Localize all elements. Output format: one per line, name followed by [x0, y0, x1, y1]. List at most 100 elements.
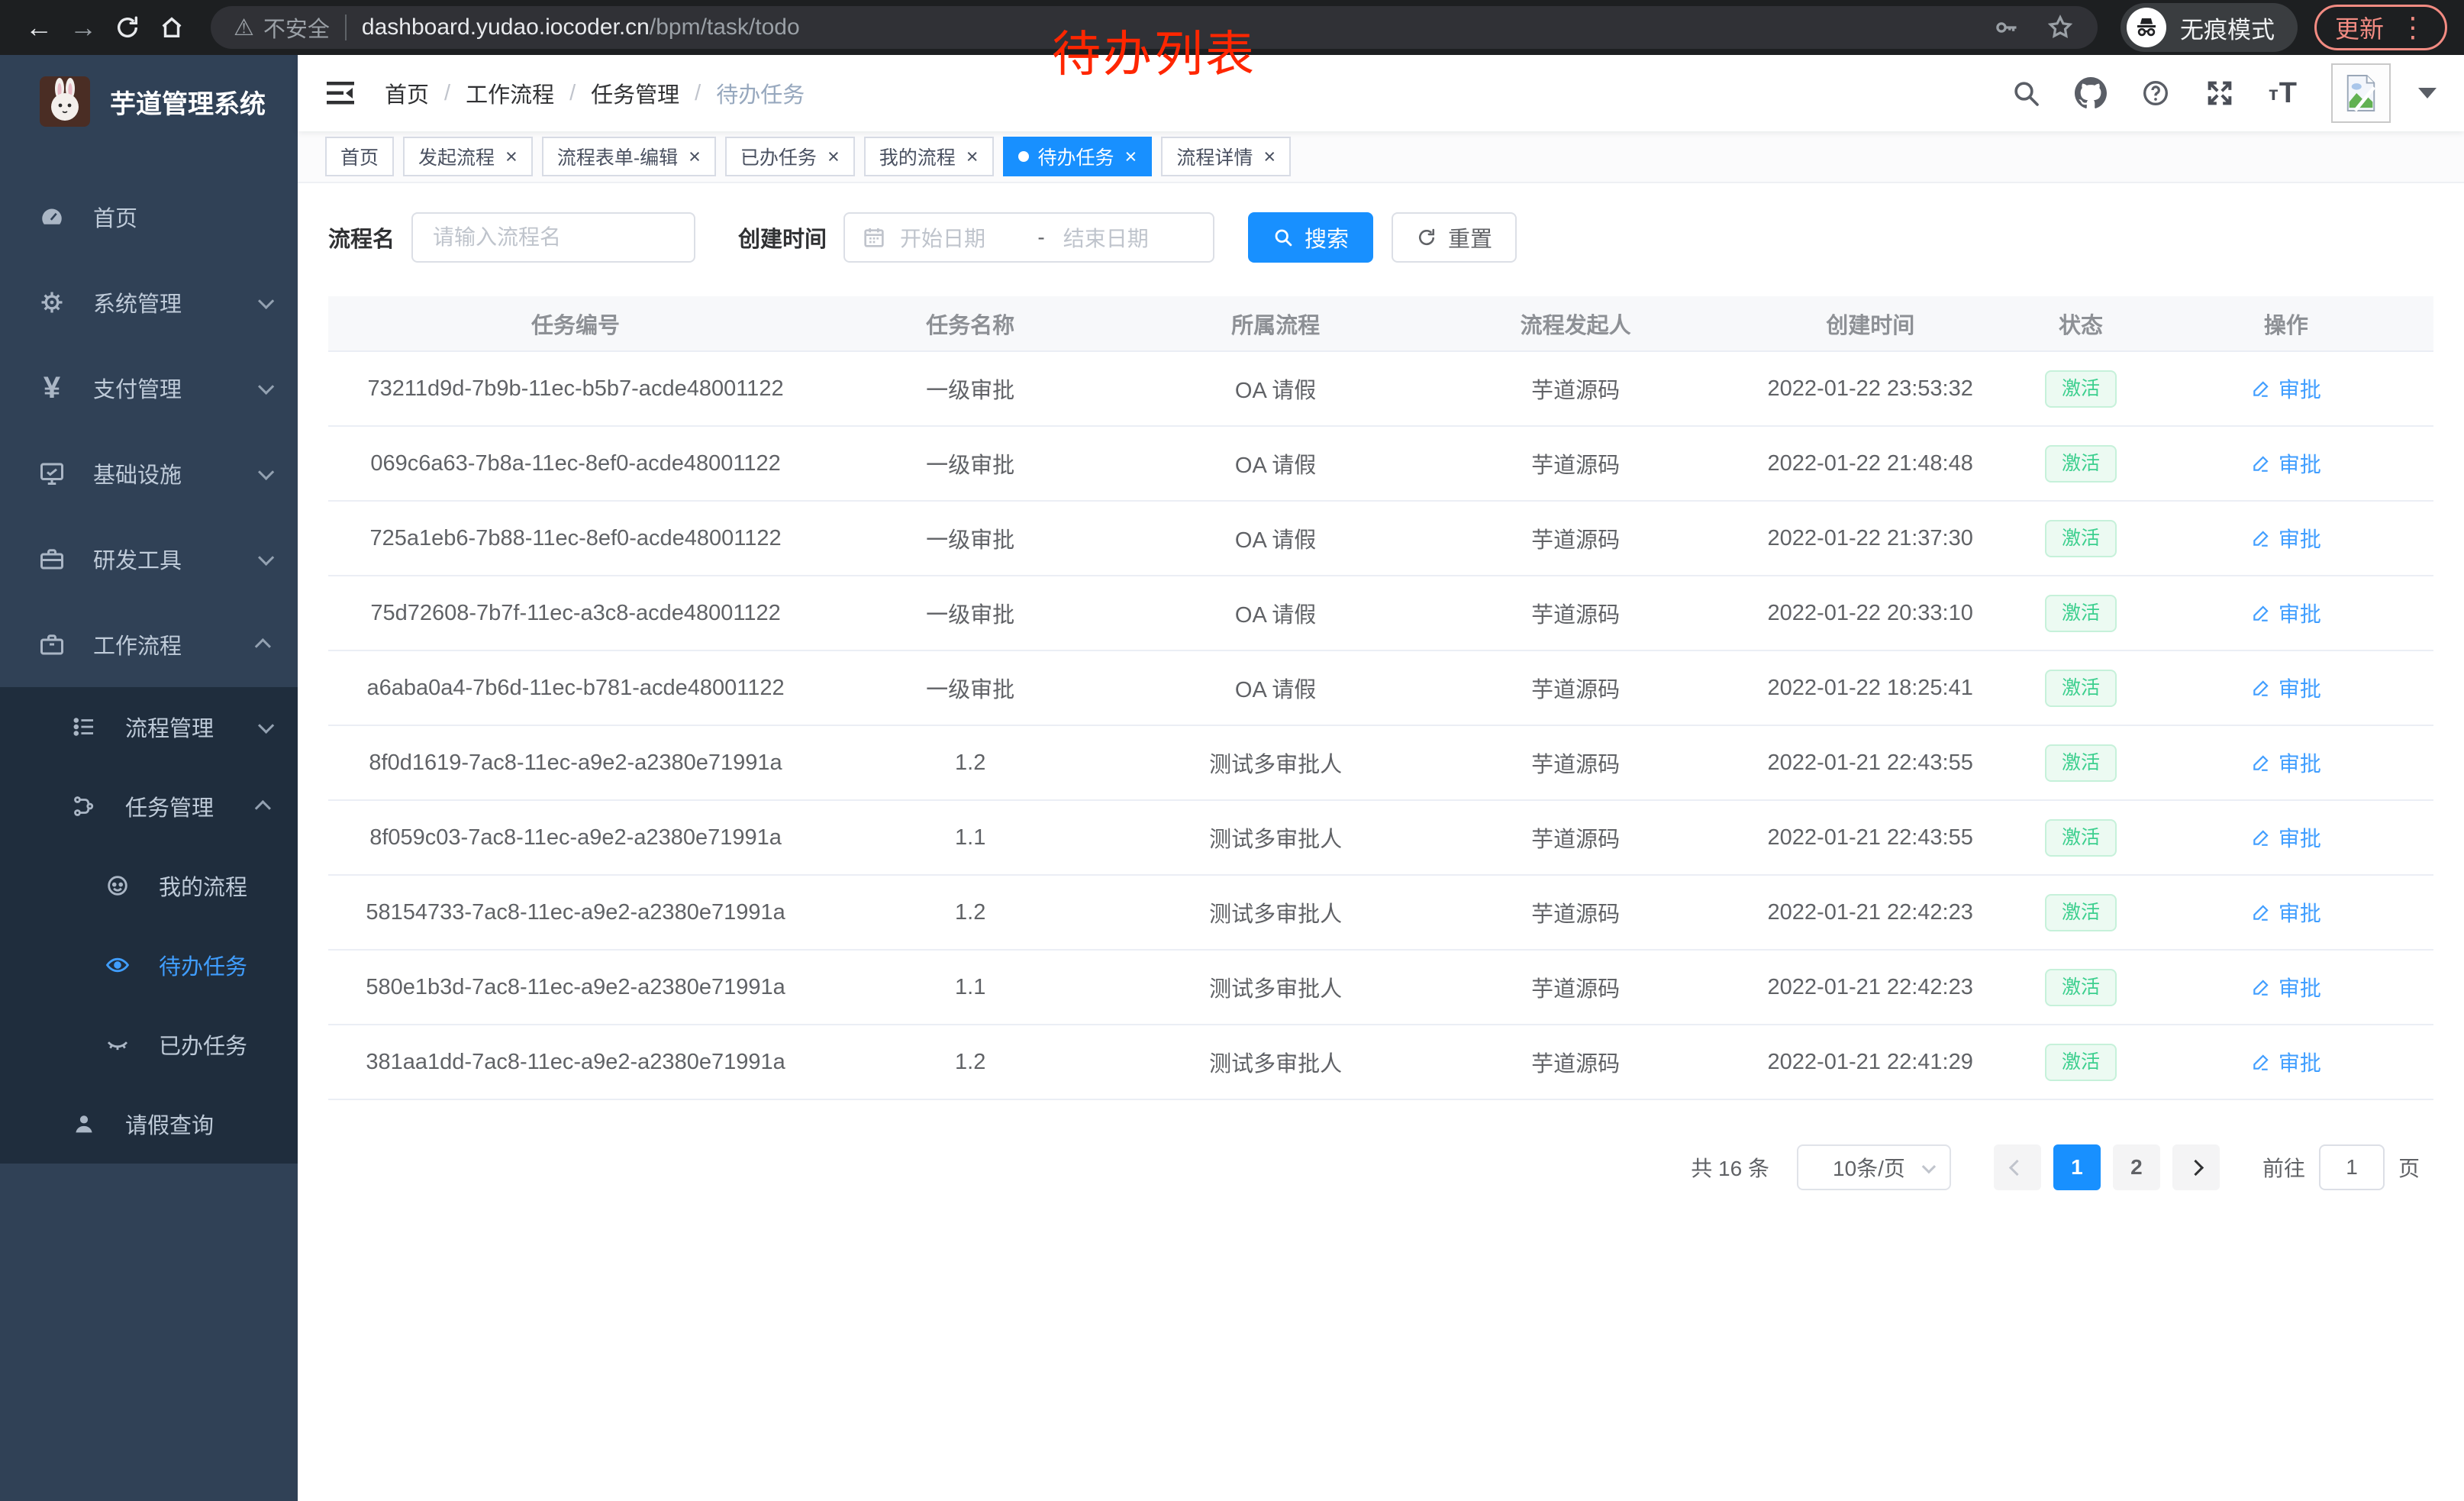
approve-link[interactable]: 审批: [2251, 598, 2321, 628]
process-name-input[interactable]: [411, 212, 695, 263]
sidebar-item-workflow[interactable]: 工作流程: [0, 602, 298, 687]
page-number-button[interactable]: 1: [2053, 1144, 2101, 1190]
sidebar-item-leave-query[interactable]: 请假查询: [0, 1084, 298, 1164]
prev-page-button[interactable]: [1994, 1144, 2041, 1190]
approve-link[interactable]: 审批: [2251, 673, 2321, 703]
cell-status: 激活: [2023, 725, 2139, 800]
breadcrumb-current: 待办任务: [716, 77, 805, 109]
tab-close-icon[interactable]: ×: [689, 147, 701, 167]
sidebar-item-system[interactable]: 系统管理: [0, 260, 298, 345]
sidebar-item-my-process[interactable]: 我的流程: [0, 846, 298, 925]
browser-back-icon[interactable]: ←: [17, 5, 61, 50]
tab[interactable]: 发起流程 ×: [403, 137, 533, 176]
end-date-placeholder: 结束日期: [1050, 222, 1196, 253]
browser-update-button[interactable]: 更新 ⋮: [2314, 5, 2447, 50]
help-icon[interactable]: [2140, 78, 2171, 108]
column-header: 状态: [2023, 296, 2139, 351]
approve-link[interactable]: 审批: [2251, 822, 2321, 853]
table-header-row: 任务编号 任务名称 所属流程 流程发起人 创建时间 状态 操作: [328, 296, 2433, 351]
tab[interactable]: 首页 ×: [325, 137, 394, 176]
date-range-picker[interactable]: 开始日期 - 结束日期: [843, 212, 1214, 263]
edit-pen-icon: [2251, 828, 2271, 847]
avatar[interactable]: [2331, 63, 2391, 123]
approve-link[interactable]: 审批: [2251, 448, 2321, 479]
update-label: 更新: [2335, 10, 2384, 45]
tab[interactable]: 已办任务 ×: [725, 137, 855, 176]
fullscreen-icon[interactable]: [2204, 78, 2235, 108]
sidebar-item-devtools[interactable]: 研发工具: [0, 516, 298, 602]
cell-status: 激活: [2023, 650, 2139, 725]
goto-page-input[interactable]: [2319, 1144, 2385, 1190]
create-time-label: 创建时间: [738, 221, 827, 253]
tab-active-dot: [1018, 151, 1029, 162]
approve-link[interactable]: 审批: [2251, 1047, 2321, 1077]
cell-task-id: 8f0d1619-7ac8-11ec-a9e2-a2380e71991a: [328, 725, 823, 800]
next-page-button[interactable]: [2172, 1144, 2220, 1190]
approve-link[interactable]: 审批: [2251, 747, 2321, 778]
page-size-select[interactable]: 10条/页: [1797, 1144, 1951, 1190]
sidebar-item-process-mgmt[interactable]: 流程管理: [0, 687, 298, 767]
search-icon[interactable]: [2011, 78, 2041, 108]
cell-status: 激活: [2023, 800, 2139, 875]
browser-home-icon[interactable]: [150, 5, 194, 50]
tab-close-icon[interactable]: ×: [966, 147, 979, 167]
sidebar-item-infra[interactable]: 基础设施: [0, 431, 298, 516]
browser-reload-icon[interactable]: [105, 5, 150, 50]
tab-label: 首页: [340, 143, 379, 170]
cell-starter: 芋道源码: [1434, 950, 1717, 1025]
sidebar-collapse-icon[interactable]: [325, 78, 359, 108]
url-divider: [345, 15, 347, 40]
tab-close-icon[interactable]: ×: [1263, 147, 1276, 167]
sidebar-item-done-task[interactable]: 已办任务: [0, 1005, 298, 1084]
font-size-icon[interactable]: тT: [2269, 77, 2298, 110]
breadcrumb-workflow[interactable]: 工作流程: [466, 77, 554, 109]
edit-pen-icon: [2251, 379, 2271, 399]
app-title: 芋道管理系统: [110, 83, 266, 121]
avatar-caret-icon[interactable]: [2418, 88, 2437, 98]
incognito-icon: [2127, 8, 2166, 47]
sidebar-item-todo-task[interactable]: 待办任务: [0, 925, 298, 1005]
sidebar-item-label: 首页: [93, 201, 137, 233]
tab-close-icon[interactable]: ×: [1125, 147, 1137, 167]
app-logo[interactable]: 芋道管理系统: [0, 55, 298, 148]
breadcrumb-home[interactable]: 首页: [385, 77, 429, 109]
incognito-label: 无痕模式: [2180, 11, 2275, 45]
password-key-icon[interactable]: [1992, 14, 2020, 41]
browser-forward-icon[interactable]: →: [61, 5, 105, 50]
page-number-button[interactable]: 2: [2113, 1144, 2160, 1190]
tab[interactable]: 我的流程 ×: [864, 137, 994, 176]
goto-page: 前往 页: [2262, 1144, 2420, 1190]
tab-close-icon[interactable]: ×: [827, 147, 840, 167]
tab-label: 发起流程: [418, 143, 495, 170]
sidebar-item-task-mgmt[interactable]: 任务管理: [0, 767, 298, 846]
github-icon[interactable]: [2075, 77, 2107, 109]
breadcrumb-task-mgmt[interactable]: 任务管理: [591, 77, 679, 109]
browser-menu-kebab-icon[interactable]: ⋮: [2399, 14, 2427, 41]
approve-link[interactable]: 审批: [2251, 373, 2321, 404]
column-header: 所属流程: [1118, 296, 1434, 351]
tab[interactable]: 流程表单-编辑 ×: [542, 137, 716, 176]
reset-button[interactable]: 重置: [1392, 212, 1517, 263]
sidebar-item-label: 基础设施: [93, 457, 182, 489]
gear-icon: [35, 289, 69, 316]
tab[interactable]: 流程详情 ×: [1161, 137, 1291, 176]
cell-status: 激活: [2023, 351, 2139, 426]
cell-task-id: 725a1eb6-7b88-11ec-8ef0-acde48001122: [328, 501, 823, 576]
monitor-icon: [35, 460, 69, 487]
tab-label: 待办任务: [1038, 143, 1114, 170]
cell-task-id: 580e1b3d-7ac8-11ec-a9e2-a2380e71991a: [328, 950, 823, 1025]
sidebar-item-payment[interactable]: ¥ 支付管理: [0, 345, 298, 431]
bookmark-star-icon[interactable]: [2046, 13, 2075, 42]
table-row: 8f0d1619-7ac8-11ec-a9e2-a2380e71991a 1.2…: [328, 725, 2433, 800]
tab[interactable]: 待办任务 ×: [1003, 137, 1153, 176]
approve-link[interactable]: 审批: [2251, 523, 2321, 554]
approve-link[interactable]: 审批: [2251, 972, 2321, 1002]
sidebar-item-label: 系统管理: [93, 286, 182, 318]
tab-close-icon[interactable]: ×: [505, 147, 518, 167]
cell-process: 测试多审批人: [1118, 950, 1434, 1025]
process-name-label: 流程名: [328, 221, 395, 253]
sidebar-item-home[interactable]: 首页: [0, 174, 298, 260]
approve-link[interactable]: 审批: [2251, 897, 2321, 928]
search-button[interactable]: 搜索: [1248, 212, 1373, 263]
incognito-badge[interactable]: 无痕模式: [2121, 3, 2298, 52]
